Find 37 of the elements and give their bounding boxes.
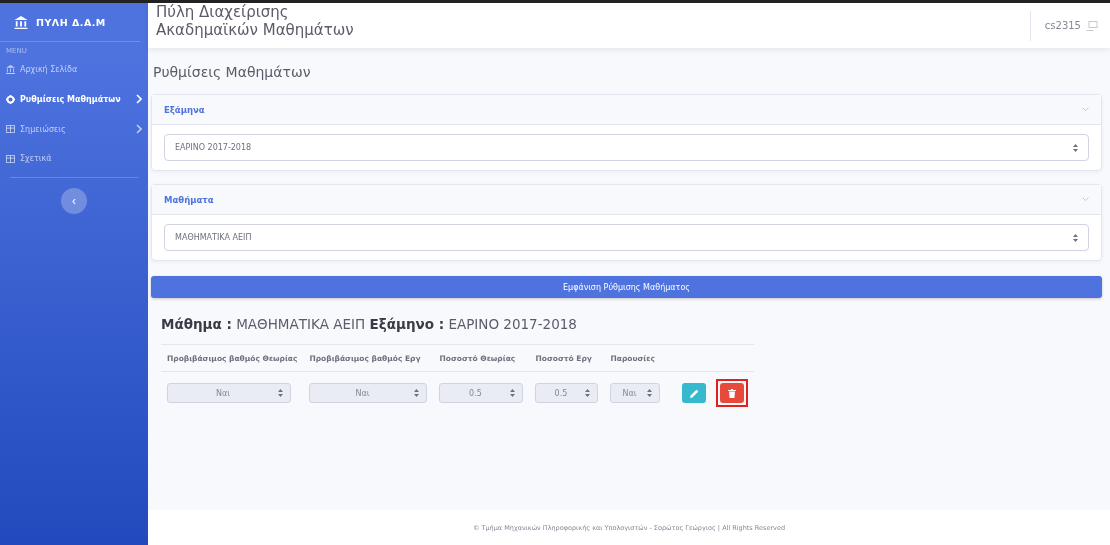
sort-arrows-icon xyxy=(1073,143,1078,152)
select-field[interactable]: ΜΑΘΗΜΑΤΙΚΑ ΑΕΙΠ xyxy=(164,224,1089,251)
bank-icon xyxy=(6,65,15,74)
card-title: Μαθήματα xyxy=(164,194,214,205)
sidebar-item[interactable]: Ρυθμίσεις Μαθημάτων xyxy=(0,84,148,114)
sidebar-item[interactable]: Σημειώσεις xyxy=(0,114,148,144)
card-title: Εξάμηνα xyxy=(164,104,205,115)
brand-name[interactable]: ΠΥΛΗ Δ.Α.Μ xyxy=(36,16,106,28)
chevron-down-icon[interactable] xyxy=(1082,197,1089,202)
select-field[interactable]: Ναι xyxy=(309,383,428,403)
gear-icon xyxy=(6,94,15,104)
sort-arrows-icon xyxy=(1073,233,1078,242)
trash-icon xyxy=(728,388,737,398)
sort-arrows-icon xyxy=(414,389,420,397)
sort-arrows-icon xyxy=(278,389,283,397)
chevron-down-icon[interactable] xyxy=(1082,107,1089,112)
course-summary: Μάθημα : ΜΑΘΗΜΑΤΙΚΑ ΑΕΙΠ Εξάμηνο : ΕΑΡΙΝΟ 2017-2018 xyxy=(161,316,578,332)
sort-arrows-icon xyxy=(647,389,653,397)
edit-button[interactable] xyxy=(682,383,707,403)
page-title: Ρυθμίσεις Μαθημάτων xyxy=(153,64,312,80)
sidebar-toggle-button[interactable]: ‹ xyxy=(61,188,87,214)
sort-arrows-icon xyxy=(510,389,516,397)
select-field[interactable]: Ναι xyxy=(610,383,661,403)
table-icon xyxy=(6,125,15,133)
select-field[interactable]: ΕΑΡΙΝΟ 2017-2018 xyxy=(164,134,1089,161)
select-field[interactable]: Ναι xyxy=(167,383,291,403)
show-settings-button[interactable]: Εμφάνιση Ρύθμισης Μαθήματος xyxy=(151,276,1102,298)
sidebar-item[interactable]: Σχετικά xyxy=(0,144,148,173)
username[interactable]: cs2315 xyxy=(1044,20,1081,31)
app-title: Πύλη Διαχείρισης Ακαδημαϊκών Μαθημάτων xyxy=(156,4,354,39)
sort-arrows-icon xyxy=(585,389,591,397)
pencil-icon xyxy=(689,388,699,398)
table-icon xyxy=(6,154,15,163)
select-field[interactable]: 0.5 xyxy=(535,383,599,403)
bank-icon xyxy=(14,15,28,29)
select-field[interactable]: 0.5 xyxy=(439,383,524,403)
sidebar-item[interactable]: Αρχική Σελίδα xyxy=(0,55,148,84)
